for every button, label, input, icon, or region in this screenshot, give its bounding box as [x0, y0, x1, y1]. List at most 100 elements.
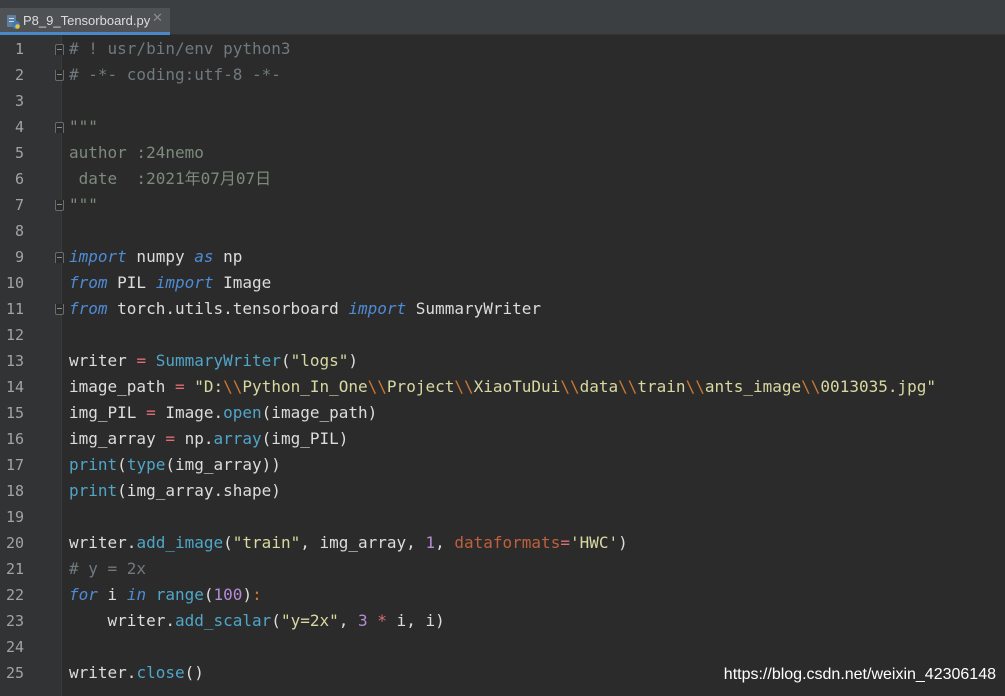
close-icon[interactable]: ✕ — [152, 11, 163, 26]
line-number: 24 — [5, 638, 24, 656]
code-token: add_scalar — [174, 611, 272, 630]
code-token: print — [69, 481, 118, 500]
code-token: ) — [242, 585, 253, 604]
code-token: torch.utils.tensorboard — [107, 299, 349, 318]
code-token: 0013035.jpg" — [820, 377, 937, 396]
code-token: # y = 2x — [69, 559, 147, 578]
code-token: (img_array.shape) — [117, 481, 281, 500]
code-token: \\ — [685, 377, 705, 396]
code-token: 'HWC' — [569, 533, 619, 552]
code-token: # ! usr/bin/env python3 — [69, 39, 291, 58]
line-number: 18 — [5, 482, 24, 500]
code-line[interactable]: writer = SummaryWriter("logs") — [69, 348, 358, 374]
code-token: """ — [69, 117, 98, 136]
code-token: * — [377, 611, 387, 630]
line-number: 7 — [14, 196, 24, 214]
code-token: \\ — [801, 377, 821, 396]
line-number: 4 — [14, 118, 24, 136]
line-number: 25 — [5, 664, 24, 682]
code-line[interactable]: print(img_array.shape) — [69, 478, 281, 504]
code-token: img_PIL — [69, 403, 147, 422]
code-token: ( — [280, 351, 291, 370]
code-line[interactable]: # ! usr/bin/env python3 — [69, 36, 291, 62]
code-token: \\ — [223, 377, 243, 396]
code-line[interactable]: author :24nemo — [69, 140, 204, 166]
code-token: from — [69, 273, 108, 292]
code-editor[interactable]: # ! usr/bin/env python3 # -*- coding:utf-… — [62, 35, 1005, 696]
code-token: img_array — [69, 429, 166, 448]
code-token: date :2021年07月07日 — [69, 169, 272, 188]
code-line[interactable]: print(type(img_array)) — [69, 452, 281, 478]
code-token: , img_array, — [300, 533, 426, 552]
code-line[interactable]: for i in range(100): — [69, 582, 262, 608]
code-token: 100 — [213, 585, 243, 604]
line-number: 23 — [5, 612, 24, 630]
code-token: = — [560, 533, 570, 552]
code-token: print — [69, 455, 118, 474]
line-number: 15 — [5, 404, 24, 422]
code-line[interactable]: """ — [69, 114, 98, 140]
code-token: dataformats — [454, 533, 561, 552]
code-token: ( — [223, 533, 233, 552]
code-line[interactable]: writer.add_image("train", img_array, 1, … — [69, 530, 628, 556]
code-token: array — [213, 429, 262, 448]
line-number: 9 — [14, 248, 24, 266]
code-token: \\ — [454, 377, 474, 396]
code-token: "logs" — [290, 351, 349, 370]
code-token: "y=2x" — [280, 611, 339, 630]
code-line[interactable]: date :2021年07月07日 — [69, 166, 272, 192]
code-token: numpy — [126, 247, 195, 266]
code-token: ) — [348, 351, 359, 370]
code-token: \\ — [618, 377, 638, 396]
code-token: as — [194, 247, 214, 266]
line-number: 3 — [14, 92, 24, 110]
line-number: 1 — [14, 40, 24, 58]
line-number: 16 — [5, 430, 24, 448]
code-token: for — [69, 585, 98, 604]
tab-filename: P8_9_Tensorboard.py — [23, 13, 151, 28]
code-token: add_image — [136, 533, 224, 552]
python-file-icon — [7, 15, 20, 29]
code-line[interactable]: img_PIL = Image.open(image_path) — [69, 400, 377, 426]
code-token: np. — [174, 429, 214, 448]
line-number: 13 — [5, 352, 24, 370]
code-token: import — [155, 273, 214, 292]
code-line[interactable]: # y = 2x — [69, 556, 146, 582]
line-number: 5 — [14, 144, 24, 162]
code-token: open — [223, 403, 262, 422]
code-token: : — [252, 585, 262, 604]
watermark-url: https://blog.csdn.net/weixin_42306148 — [723, 666, 996, 683]
code-token: writer. — [69, 611, 175, 630]
code-token: import — [348, 299, 407, 318]
code-token: import — [69, 247, 127, 266]
line-number: 19 — [5, 508, 24, 526]
code-line[interactable]: """ — [69, 192, 98, 218]
code-token: \\ — [367, 377, 387, 396]
code-token: = — [165, 429, 175, 448]
tab-p8-9-tensorboard[interactable]: P8_9_Tensorboard.py ✕ — [0, 8, 170, 35]
code-token: = — [136, 351, 147, 370]
code-token: ( — [203, 585, 214, 604]
line-number: 17 — [5, 456, 24, 474]
code-token: close — [136, 663, 185, 682]
code-line[interactable]: writer.add_scalar("y=2x", 3 * i, i) — [69, 608, 445, 634]
code-line[interactable]: import numpy as np — [69, 244, 242, 270]
line-number: 10 — [5, 274, 24, 292]
code-line[interactable]: writer.close() — [69, 660, 204, 686]
code-line[interactable]: from PIL import Image — [69, 270, 271, 296]
code-line[interactable]: from torch.utils.tensorboard import Summ… — [69, 296, 541, 322]
code-token: data — [579, 377, 619, 396]
code-token: PIL — [107, 273, 156, 292]
code-token: = — [146, 403, 156, 422]
code-line[interactable]: img_array = np.array(img_PIL) — [69, 426, 348, 452]
code-token: Python_In_One — [242, 377, 368, 396]
line-number-gutter: 1 2 3 4 5 6 7 8 9 10 11 12 13 14 15 16 17 18 19 20 21 22 23 24 2… — [0, 35, 64, 696]
code-token: \\ — [560, 377, 580, 396]
code-token: () — [184, 663, 204, 682]
code-line[interactable]: image_path = "D:\\Python_In_One\\Project… — [69, 374, 936, 400]
code-line[interactable]: # -*- coding:utf-8 -*- — [69, 62, 281, 88]
code-token: ( — [117, 455, 127, 474]
